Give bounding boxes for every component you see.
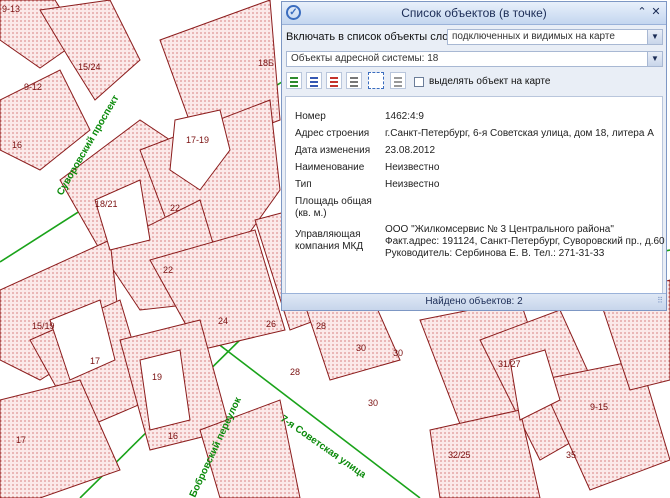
field-label-type: Тип — [295, 179, 312, 190]
svg-text:28: 28 — [316, 321, 326, 331]
field-value-date: 23.08.2012 — [385, 145, 436, 156]
panel-title: Список объектов (в точке) — [401, 6, 547, 20]
svg-text:19: 19 — [152, 372, 162, 382]
svg-text:22: 22 — [170, 203, 180, 213]
object-details: Номер 1462:4:9 Адрес строения г.Санкт-Пе… — [285, 96, 665, 298]
field-label-number: Номер — [295, 111, 326, 122]
select-area-icon[interactable] — [368, 72, 384, 89]
field-label-date: Дата изменения — [295, 145, 371, 156]
field-value-company: ООО "Жилкомсервис № 3 Центрального район… — [385, 224, 665, 259]
object-list-panel: ✓ Список объектов (в точке) ⌃ ✕ Включать… — [281, 1, 667, 311]
svg-text:30: 30 — [356, 343, 366, 353]
svg-text:32/25: 32/25 — [448, 450, 471, 460]
field-value-type: Неизвестно — [385, 179, 440, 190]
svg-text:9-13: 9-13 — [2, 4, 20, 14]
close-icon[interactable]: ✕ — [649, 5, 663, 18]
include-layers-label: Включать в список объекты слоев: — [286, 31, 464, 43]
field-label-address: Адрес строения — [295, 128, 370, 139]
field-label-name: Наименование — [295, 162, 365, 173]
field-value-name: Неизвестно — [385, 162, 440, 173]
svg-text:18/21: 18/21 — [95, 199, 118, 209]
svg-text:28: 28 — [290, 367, 300, 377]
highlight-label: выделять объект на карте — [429, 76, 551, 87]
field-label-company: Управляющая компания МКД — [295, 229, 364, 252]
panel-toolbar: выделять объект на карте — [286, 70, 662, 92]
panel-titlebar[interactable]: ✓ Список объектов (в точке) ⌃ ✕ — [282, 2, 666, 25]
svg-text:17: 17 — [90, 356, 100, 366]
highlight-checkbox[interactable] — [414, 77, 424, 87]
export-excel-icon[interactable] — [286, 72, 302, 89]
svg-text:26: 26 — [266, 319, 276, 329]
export-pdf-icon[interactable] — [326, 72, 342, 89]
copy-icon[interactable] — [346, 72, 362, 89]
export-word-icon[interactable] — [306, 72, 322, 89]
svg-text:16: 16 — [12, 140, 22, 150]
svg-text:9-15: 9-15 — [590, 402, 608, 412]
svg-text:9-12: 9-12 — [24, 82, 42, 92]
svg-text:18Б: 18Б — [258, 58, 274, 68]
field-value-number: 1462:4:9 — [385, 111, 424, 122]
status-bar: Найдено объектов: 2 ⠿ — [282, 293, 666, 310]
svg-text:30: 30 — [393, 348, 403, 358]
svg-text:24: 24 — [218, 316, 228, 326]
field-value-address: г.Санкт-Петербург, 6-я Советская улица, … — [385, 128, 654, 139]
svg-text:16: 16 — [168, 431, 178, 441]
include-layers-select[interactable]: подключенных и видимых на карте ▼ — [447, 29, 663, 45]
chevron-down-icon[interactable]: ▼ — [647, 52, 662, 66]
resize-grip-icon[interactable]: ⠿ — [657, 293, 663, 309]
svg-text:22: 22 — [163, 265, 173, 275]
svg-text:35: 35 — [566, 450, 576, 460]
document-icon[interactable] — [390, 72, 406, 89]
chevron-down-icon[interactable]: ▼ — [647, 30, 662, 44]
field-label-area: Площадь общая (кв. м.) — [295, 196, 372, 219]
collapse-icon[interactable]: ⌃ — [635, 5, 649, 18]
svg-text:15/24: 15/24 — [78, 62, 101, 72]
svg-text:31/27: 31/27 — [498, 359, 521, 369]
include-layers-row: Включать в список объекты слоев: подключ… — [286, 29, 663, 47]
svg-text:17-19: 17-19 — [186, 135, 209, 145]
svg-text:17: 17 — [16, 435, 26, 445]
svg-text:30: 30 — [368, 398, 378, 408]
found-count: Найдено объектов: 2 — [425, 296, 523, 307]
svg-text:15/19: 15/19 — [32, 321, 55, 331]
layer-select[interactable]: Объекты адресной системы: 18 ▼ — [286, 51, 663, 67]
